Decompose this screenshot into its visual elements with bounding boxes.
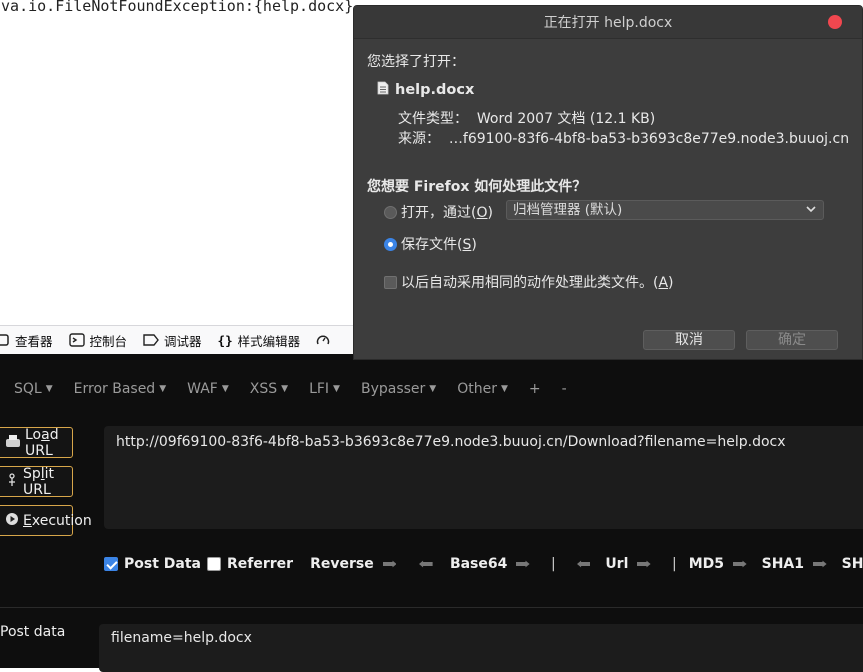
url-input[interactable]: http://09f69100-83f6-4bf8-ba53-b3693c8e7… [104,426,863,529]
split-icon [5,472,19,491]
execution-button[interactable]: Execution [0,505,92,536]
reverse-button[interactable]: Reverse [310,556,374,572]
separator: | [550,556,556,572]
arrow-right-icon [516,560,530,568]
url-encode-button[interactable]: Url [605,556,628,572]
file-source-value: …f69100-83f6-4bf8-ba53-b3693c8e77e9.node… [448,131,850,147]
open-with-select[interactable]: 归档管理器 (默认) [506,200,824,220]
menu-xss[interactable]: XSS ▼ [243,381,295,397]
tab-style-editor[interactable]: {} 样式编辑器 [210,326,309,354]
post-data-toggle[interactable]: Post Data [104,556,201,572]
open-with-label: 打开，通过(O) [401,205,493,221]
load-url-button[interactable]: Load URL [0,426,73,459]
debugger-icon [143,334,159,346]
save-file-radio[interactable] [384,237,397,251]
arrow-right-icon [382,560,397,568]
tab-debugger[interactable]: 调试器 [135,326,210,354]
execution-label: Execution [23,512,92,529]
base64-button[interactable]: Base64 [450,556,507,572]
ok-button[interactable]: 确定 [746,330,838,350]
tab-console[interactable]: 控制台 [61,326,136,354]
menu-sql[interactable]: SQL ▼ [7,381,60,397]
file-type-row: 文件类型： Word 2007 文档 (12.1 KB) [398,111,656,127]
play-icon [5,512,19,530]
open-with-radio[interactable] [384,205,397,219]
md5-button[interactable]: MD5 [689,556,724,572]
tab-performance[interactable] [308,326,338,354]
arrow-right-icon [637,560,651,568]
load-icon [5,434,21,452]
menu-add[interactable]: + [522,381,548,397]
divider [0,607,863,608]
dialog-title: 正在打开 help.docx [543,15,673,31]
menu-remove[interactable]: - [555,381,574,397]
chevron-down-icon [805,202,817,220]
auto-action-checkbox[interactable] [384,275,397,289]
error-text: ava.io.FileNotFoundException:{help.docx} [0,0,354,15]
document-icon [377,81,389,99]
file-name-row: help.docx [377,81,474,99]
arrow-left-icon [419,560,433,568]
console-icon [68,333,85,347]
arrow-right-icon [733,560,747,568]
dialog-titlebar[interactable]: 正在打开 help.docx [354,6,862,39]
menu-waf[interactable]: WAF ▼ [180,381,236,397]
tab-label: 控制台 [89,333,128,349]
save-file-label: 保存文件(S) [401,237,477,253]
menu-bypasser[interactable]: Bypasser ▼ [354,381,443,397]
arrow-left-icon [576,560,591,568]
arrow-right-icon [813,560,827,568]
tab-label: 调试器 [164,333,202,349]
separator: | [672,556,677,572]
split-url-label: Split URL [23,465,55,498]
sha1-button[interactable]: SHA1 [762,556,804,572]
hackbar-menu: SQL ▼ Error Based ▼ WAF ▼ XSS ▼ LFI ▼ Bypasse… [0,354,863,424]
hackbar-options: Post Data Referrer Reverse Base64 | Url … [104,550,863,578]
close-icon[interactable] [828,15,842,29]
split-url-button[interactable]: Split URL [0,465,73,498]
file-type-value: Word 2007 文档 (12.1 KB) [476,111,656,127]
question-label: 您想要 Firefox 如何处理此文件？ [367,179,587,195]
tab-label: 样式编辑器 [237,333,301,349]
menu-other[interactable]: Other ▼ [450,381,515,397]
open-with-option[interactable]: 打开，通过(O) [384,202,493,222]
auto-action-label: 以后自动采用相同的动作处理此类文件。(A) [401,275,674,291]
inspector-icon [0,333,10,347]
chosen-label: 您选择了打开： [367,54,465,70]
tab-label: 查看器 [15,333,53,349]
post-data-input[interactable]: filename=help.docx [99,624,863,672]
post-data-label: Post data [0,624,66,640]
performance-icon [316,333,330,347]
referrer-checkbox[interactable] [207,557,221,571]
menu-lfi[interactable]: LFI ▼ [302,381,347,397]
file-source-row: 来源： …f69100-83f6-4bf8-ba53-b3693c8e77e9.… [398,131,850,147]
style-editor-icon: {} [217,332,233,348]
save-file-option[interactable]: 保存文件(S) [384,234,477,254]
cancel-button[interactable]: 取消 [643,330,735,350]
load-url-label: Load URL [25,426,59,459]
post-data-checkbox[interactable] [104,557,118,571]
file-name: help.docx [395,82,475,98]
sha2-button[interactable]: SHA2 [842,556,863,572]
hackbar-panel: SQL ▼ Error Based ▼ WAF ▼ XSS ▼ LFI ▼ Bypasse… [0,354,863,672]
referrer-toggle[interactable]: Referrer [207,556,293,572]
menu-error-based[interactable]: Error Based ▼ [67,381,173,397]
open-file-dialog: 正在打开 help.docx 您选择了打开： help.docx 文件类型： W… [353,5,863,360]
tab-inspector[interactable]: 查看器 [0,326,61,354]
selected-app: 归档管理器 (默认) [513,202,623,218]
auto-action-option[interactable]: 以后自动采用相同的动作处理此类文件。(A) [384,272,674,292]
